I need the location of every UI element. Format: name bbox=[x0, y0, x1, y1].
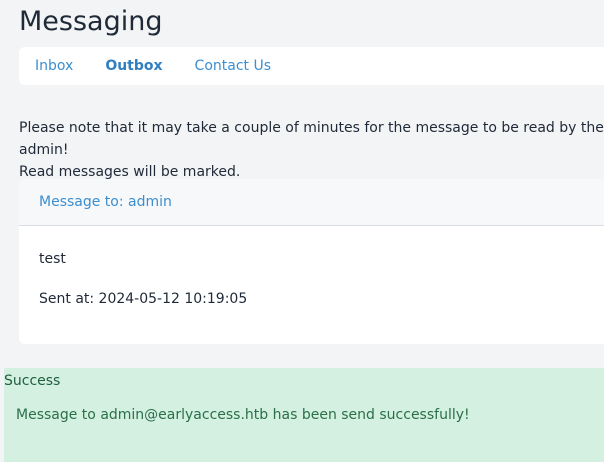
message-sent-at: Sent at: 2024-05-12 10:19:05 bbox=[39, 291, 248, 307]
notice-text: Please note that it may take a couple of… bbox=[19, 117, 604, 183]
tab-outbox[interactable]: Outbox bbox=[105, 47, 162, 85]
message-body: test bbox=[39, 251, 66, 267]
messaging-tabs: Inbox Outbox Contact Us bbox=[19, 47, 604, 85]
notice-line-1: Please note that it may take a couple of… bbox=[19, 120, 604, 158]
message-card-header[interactable]: Message to: admin bbox=[19, 179, 604, 226]
success-alert-title: Success bbox=[4, 373, 61, 389]
page-title: Messaging bbox=[19, 6, 163, 37]
message-card: Message to: admin test Sent at: 2024-05-… bbox=[19, 179, 604, 344]
success-alert-text: Message to admin@earlyaccess.htb has bee… bbox=[16, 407, 470, 423]
notice-line-2: Read messages will be marked. bbox=[19, 164, 241, 180]
tab-inbox[interactable]: Inbox bbox=[35, 47, 73, 85]
message-recipient[interactable]: Message to: admin bbox=[39, 194, 172, 210]
success-alert: Success Message to admin@earlyaccess.htb… bbox=[4, 368, 604, 462]
tab-contact-us[interactable]: Contact Us bbox=[195, 47, 271, 85]
